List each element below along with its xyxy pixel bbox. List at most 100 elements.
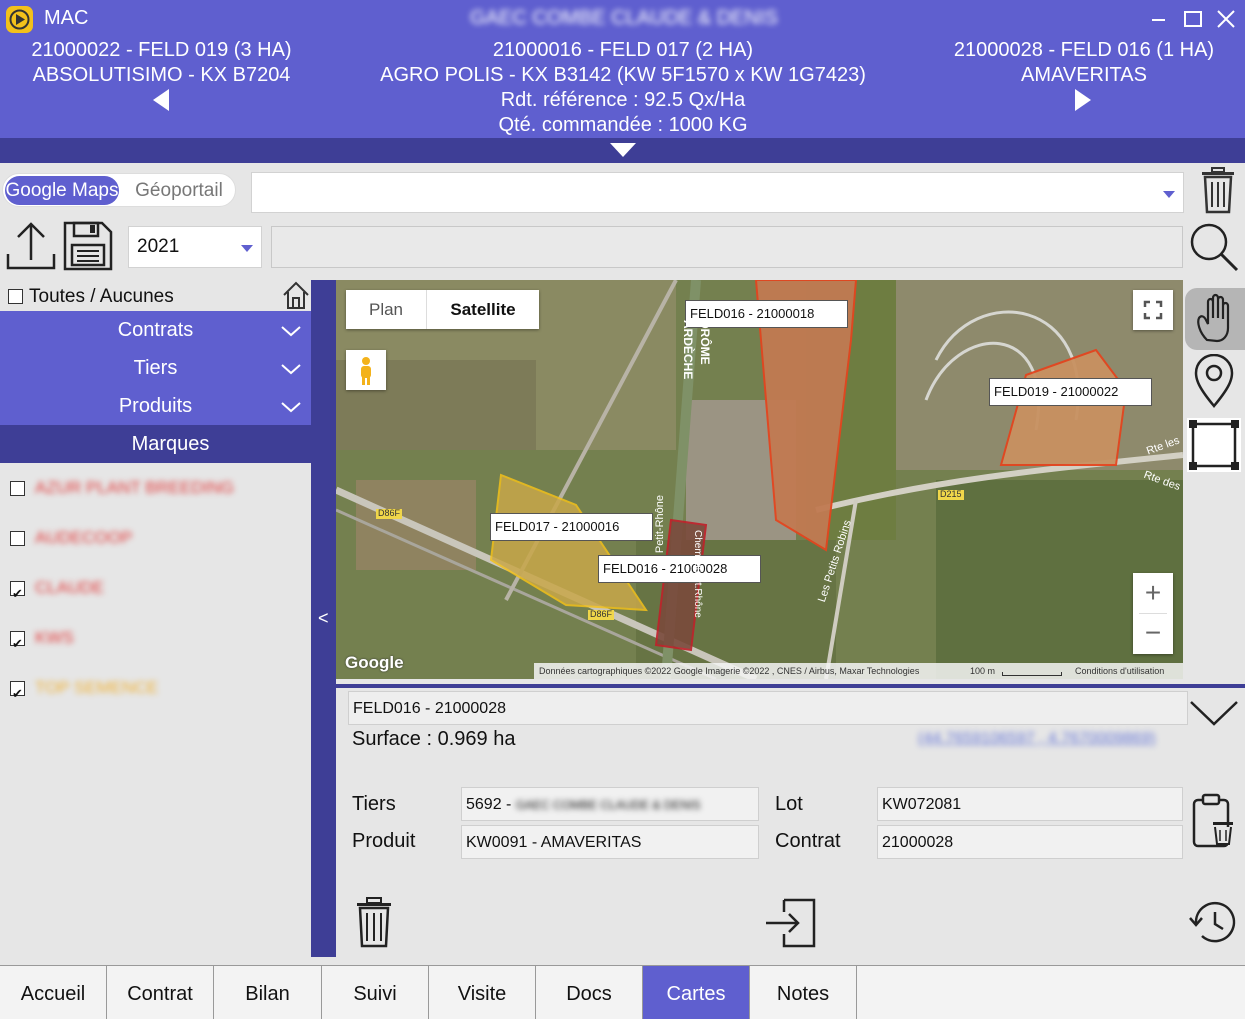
pan-hand-icon[interactable] bbox=[1185, 288, 1245, 350]
collapse-left-icon[interactable]: < bbox=[318, 608, 329, 629]
next-contract-line2: AMAVERITAS bbox=[1021, 64, 1147, 86]
tab-cartes[interactable]: Cartes bbox=[643, 966, 750, 1019]
address-search-input[interactable] bbox=[271, 226, 1183, 268]
brand-checkbox[interactable] bbox=[10, 629, 25, 659]
parcel-search-combo[interactable] bbox=[251, 172, 1184, 213]
tab-accueil[interactable]: Accueil bbox=[0, 966, 107, 1019]
prev-contract-line1: 21000022 - FELD 019 (3 HA) bbox=[31, 39, 292, 61]
chevron-down-icon[interactable] bbox=[1163, 191, 1175, 198]
parcel-label[interactable]: FELD016 - 21000028 bbox=[598, 555, 761, 583]
brand-label: CLAUDE bbox=[35, 578, 104, 597]
sidebar-collapse-bar[interactable]: < bbox=[311, 280, 336, 957]
tab-docs[interactable]: Docs bbox=[536, 966, 643, 1019]
header-expand-strip[interactable] bbox=[0, 138, 1245, 163]
history-icon[interactable] bbox=[1188, 898, 1240, 948]
section-tiers-label: Tiers bbox=[133, 357, 178, 379]
map-type-toggle[interactable]: Plan Satellite bbox=[346, 290, 539, 329]
brand-checkbox[interactable] bbox=[10, 579, 25, 609]
expand-down-icon[interactable] bbox=[610, 143, 636, 157]
current-contract-line2: AGRO POLIS - KX B3142 (KW 5F1570 x KW 1G… bbox=[380, 64, 866, 86]
google-maps-option[interactable]: Google Maps bbox=[5, 176, 119, 205]
section-produits-label: Produits bbox=[118, 395, 193, 417]
map-type-satellite-button[interactable]: Satellite bbox=[426, 290, 539, 329]
coordinates-link[interactable]: (44.7659106597 , 4.7670009869) bbox=[918, 730, 1156, 748]
current-yield: Rdt. référence : 92.5 Qx/Ha bbox=[500, 89, 746, 111]
next-contract-line1: 21000028 - FELD 016 (1 HA) bbox=[953, 39, 1215, 61]
map-type-plan-button[interactable]: Plan bbox=[346, 290, 426, 329]
road-label: Petit-Rhône bbox=[654, 495, 666, 554]
zoom-out-icon[interactable]: − bbox=[1133, 614, 1173, 654]
close-icon[interactable] bbox=[1216, 9, 1236, 29]
bottom-tab-bar: Accueil Contrat Bilan Suivi Visite Docs … bbox=[0, 965, 1245, 1019]
minimize-icon[interactable] bbox=[1152, 9, 1166, 25]
tiers-name: GAEC COMBE CLAUDE & DENIS bbox=[515, 798, 701, 812]
section-contrats-label: Contrats bbox=[117, 319, 194, 341]
section-produits[interactable]: Produits bbox=[0, 387, 311, 425]
tab-visite[interactable]: Visite bbox=[429, 966, 536, 1019]
chevron-down-icon[interactable] bbox=[281, 321, 301, 341]
filter-sidebar: Toutes / Aucunes Contrats Tiers Produits… bbox=[0, 280, 311, 957]
contrat-label: Contrat bbox=[775, 830, 841, 852]
map-view[interactable]: Plan Satellite + − FELD016 - 21000018 FE… bbox=[336, 280, 1183, 679]
brand-item[interactable]: AZUR PLANT BREEDING bbox=[10, 473, 234, 503]
header-bar: MAC GAEC COMBE CLAUDE & DENIS 21000022 -… bbox=[0, 0, 1245, 163]
brand-checkbox[interactable] bbox=[10, 679, 25, 709]
app-logo-icon bbox=[6, 6, 33, 33]
brand-checkbox[interactable] bbox=[10, 481, 25, 497]
produit-field[interactable]: KW0091 - AMAVERITAS bbox=[461, 825, 759, 859]
year-select[interactable]: 2021 bbox=[128, 226, 262, 268]
brand-item[interactable]: AUDECOOP bbox=[10, 523, 132, 553]
import-icon[interactable] bbox=[764, 896, 818, 950]
tab-suivi[interactable]: Suivi bbox=[322, 966, 429, 1019]
zoom-in-icon[interactable]: + bbox=[1133, 573, 1173, 613]
trash-icon[interactable] bbox=[1198, 166, 1238, 216]
section-tiers[interactable]: Tiers bbox=[0, 349, 311, 387]
tiers-label: Tiers bbox=[352, 793, 396, 815]
parcel-label[interactable]: FELD017 - 21000016 bbox=[490, 513, 653, 541]
current-quantity: Qté. commandée : 1000 KG bbox=[498, 114, 748, 136]
tab-contrat[interactable]: Contrat bbox=[107, 966, 214, 1019]
section-marques[interactable]: Marques bbox=[0, 425, 311, 463]
save-icon[interactable] bbox=[62, 220, 114, 272]
map-terms-link[interactable]: Conditions d'utilisation bbox=[1075, 663, 1164, 679]
parcel-name-field[interactable]: FELD016 - 21000028 bbox=[348, 691, 1188, 725]
road-label: D86F bbox=[378, 508, 401, 518]
tab-bilan[interactable]: Bilan bbox=[214, 966, 322, 1019]
next-arrow-icon[interactable] bbox=[1075, 89, 1091, 111]
tab-notes[interactable]: Notes bbox=[750, 966, 857, 1019]
brand-item[interactable]: TOP SEMENCE bbox=[10, 673, 158, 709]
lot-field[interactable]: KW072081 bbox=[877, 787, 1183, 821]
brand-item[interactable]: CLAUDE bbox=[10, 573, 104, 609]
parcel-label[interactable]: FELD019 - 21000022 bbox=[989, 378, 1152, 406]
chevron-down-icon[interactable] bbox=[281, 359, 301, 379]
select-all-checkbox[interactable] bbox=[8, 289, 23, 305]
road-label: ARDÈCHE bbox=[681, 320, 695, 380]
home-icon[interactable] bbox=[281, 280, 311, 310]
brand-label: AUDECOOP bbox=[35, 528, 133, 547]
map-pin-icon[interactable] bbox=[1189, 353, 1239, 410]
brand-checkbox[interactable] bbox=[10, 531, 25, 547]
upload-icon[interactable] bbox=[6, 220, 56, 272]
current-contract-line1: 21000016 - FELD 017 (2 HA) bbox=[492, 39, 754, 61]
prev-arrow-icon[interactable] bbox=[153, 89, 169, 111]
chevron-down-icon[interactable] bbox=[241, 245, 253, 252]
geoportail-option[interactable]: Géoportail bbox=[123, 176, 235, 205]
pegman-icon[interactable] bbox=[346, 350, 386, 390]
prev-contract: 21000022 - FELD 019 (3 HA) ABSOLUTISIMO … bbox=[0, 38, 323, 88]
select-all-row[interactable]: Toutes / Aucunes bbox=[8, 284, 174, 310]
prev-contract-line2: ABSOLUTISIMO - KX B7204 bbox=[32, 64, 291, 86]
maximize-icon[interactable] bbox=[1184, 11, 1202, 27]
section-contrats[interactable]: Contrats bbox=[0, 311, 311, 349]
collapse-detail-icon[interactable] bbox=[1189, 694, 1239, 728]
fullscreen-icon[interactable] bbox=[1133, 290, 1173, 330]
lot-label: Lot bbox=[775, 793, 803, 815]
clipboard-delete-icon[interactable] bbox=[1191, 792, 1237, 848]
tiers-field[interactable]: 5692 - GAEC COMBE CLAUDE & DENIS bbox=[461, 787, 759, 821]
chevron-down-icon[interactable] bbox=[281, 397, 301, 417]
search-icon[interactable] bbox=[1187, 222, 1241, 274]
draw-rectangle-icon[interactable] bbox=[1187, 418, 1241, 472]
brand-item[interactable]: KWS bbox=[10, 623, 74, 659]
contrat-field[interactable]: 21000028 bbox=[877, 825, 1183, 859]
map-source-toggle[interactable]: Google Maps Géoportail bbox=[2, 173, 236, 207]
delete-parcel-icon[interactable] bbox=[354, 896, 394, 950]
